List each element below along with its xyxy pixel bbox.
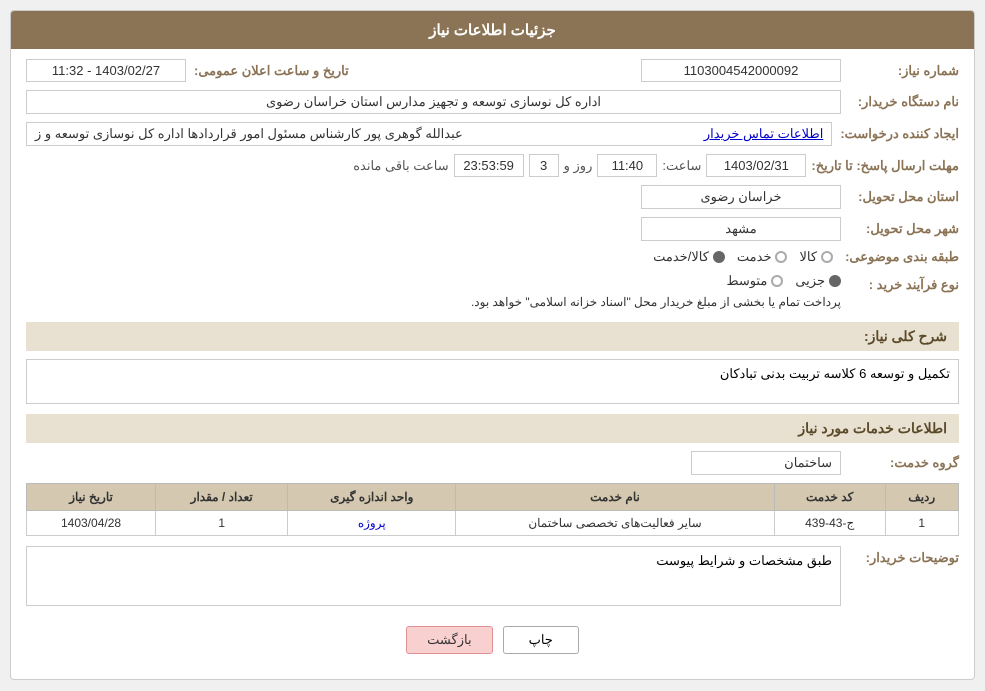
page-wrapper: جزئیات اطلاعات نیاز شماره نیاز: 11030045…	[0, 0, 985, 691]
need-summary-title: شرح کلی نیاز:	[26, 322, 959, 351]
announce-label: تاریخ و ساعت اعلان عمومی:	[194, 63, 349, 79]
cell-unit: پروژه	[288, 511, 456, 536]
province-value: خراسان رضوی	[641, 185, 841, 209]
cell-date: 1403/04/28	[27, 511, 156, 536]
buyer-org-label: نام دستگاه خریدار:	[849, 94, 959, 110]
buyer-org-row: نام دستگاه خریدار: اداره کل نوسازی توسعه…	[26, 90, 959, 114]
radio-khedmat	[775, 251, 787, 263]
announce-value: 1403/02/27 - 11:32	[26, 59, 186, 82]
radio-jozi	[829, 275, 841, 287]
category-label-kala-khedmat: کالا/خدمت	[653, 249, 709, 265]
process-desc: پرداخت تمام یا بخشی از مبلغ خریدار محل "…	[26, 293, 841, 312]
buyer-desc-row: توضیحات خریدار:	[26, 546, 959, 606]
service-info-title: اطلاعات خدمات مورد نیاز	[26, 414, 959, 443]
radio-kala-khedmat	[713, 251, 725, 263]
buyer-org-value: اداره کل نوسازی توسعه و تجهیز مدارس استا…	[26, 90, 841, 114]
table-row: 1 ج-43-439 سایر فعالیت‌های تخصصی ساختمان…	[27, 511, 959, 536]
category-option-3[interactable]: کالا/خدمت	[653, 249, 725, 265]
col-count: تعداد / مقدار	[156, 484, 288, 511]
process-label-motevaset: متوسط	[726, 273, 767, 289]
deadline-day-label: روز و	[564, 158, 593, 174]
col-code: کد خدمت	[774, 484, 885, 511]
col-date: تاریخ نیاز	[27, 484, 156, 511]
col-name: نام خدمت	[456, 484, 775, 511]
buttons-row: چاپ بازگشت	[26, 616, 959, 669]
page-title: جزئیات اطلاعات نیاز	[429, 22, 556, 39]
category-option-1[interactable]: کالا	[799, 249, 833, 265]
card-body: شماره نیاز: 1103004542000092 تاریخ و ساع…	[11, 49, 974, 679]
deadline-date: 1403/02/31	[706, 154, 806, 177]
cell-row: 1	[885, 511, 958, 536]
process-option-jozi[interactable]: جزیی	[795, 273, 841, 289]
category-label-kala: کالا	[799, 249, 817, 265]
category-row: طبقه بندی موضوعی: کالا خدمت کالا/خدمت	[26, 249, 959, 265]
print-button[interactable]: چاپ	[503, 626, 579, 654]
cell-name: سایر فعالیت‌های تخصصی ساختمان	[456, 511, 775, 536]
need-summary-textarea[interactable]	[26, 359, 959, 404]
deadline-time-label: ساعت:	[662, 158, 701, 174]
province-row: استان محل تحویل: خراسان رضوی	[26, 185, 959, 209]
category-option-2[interactable]: خدمت	[737, 249, 788, 265]
deadline-time: 11:40	[597, 154, 657, 177]
radio-kala	[821, 251, 833, 263]
province-label: استان محل تحویل:	[849, 189, 959, 205]
deadline-remain-label: ساعت باقی مانده	[353, 158, 448, 174]
category-label-khedmat: خدمت	[737, 249, 772, 265]
creator-value: اطلاعات تماس خریدار عبدالله گوهری پور کا…	[26, 122, 832, 146]
city-row: شهر محل تحویل: مشهد	[26, 217, 959, 241]
creator-link[interactable]: اطلاعات تماس خریدار	[704, 126, 823, 142]
creator-label: ایجاد کننده درخواست:	[840, 126, 959, 142]
process-label: نوع فرآیند خرید :	[849, 273, 959, 293]
col-row: ردیف	[885, 484, 958, 511]
cell-code: ج-43-439	[774, 511, 885, 536]
city-label: شهر محل تحویل:	[849, 221, 959, 237]
table-area: ردیف کد خدمت نام خدمت واحد اندازه گیری ت…	[26, 483, 959, 536]
needs-table: ردیف کد خدمت نام خدمت واحد اندازه گیری ت…	[26, 483, 959, 536]
card-header: جزئیات اطلاعات نیاز	[11, 11, 974, 49]
need-number-value: 1103004542000092	[641, 59, 841, 82]
creator-row: ایجاد کننده درخواست: اطلاعات تماس خریدار…	[26, 122, 959, 146]
category-label: طبقه بندی موضوعی:	[845, 249, 959, 265]
col-unit: واحد اندازه گیری	[288, 484, 456, 511]
process-label-jozi: جزیی	[795, 273, 825, 289]
deadline-row: مهلت ارسال پاسخ: تا تاریخ: 1403/02/31 سا…	[26, 154, 959, 177]
need-summary-box	[26, 359, 959, 404]
service-group-row: گروه خدمت: ساختمان	[26, 451, 959, 475]
back-button[interactable]: بازگشت	[406, 626, 492, 654]
deadline-day: 3	[529, 154, 559, 177]
buyer-desc-label: توضیحات خریدار:	[849, 546, 959, 566]
cell-count: 1	[156, 511, 288, 536]
deadline-label: مهلت ارسال پاسخ: تا تاریخ:	[811, 158, 959, 174]
main-card: جزئیات اطلاعات نیاز شماره نیاز: 11030045…	[10, 10, 975, 680]
process-row: نوع فرآیند خرید : جزیی متوسط پرداخت تمام…	[26, 273, 959, 312]
service-group-label: گروه خدمت:	[849, 455, 959, 471]
need-number-row: شماره نیاز: 1103004542000092 تاریخ و ساع…	[26, 59, 959, 82]
process-option-motevaset[interactable]: متوسط	[726, 273, 783, 289]
city-value: مشهد	[641, 217, 841, 241]
buyer-desc-textarea[interactable]	[26, 546, 841, 606]
deadline-remain: 23:53:59	[454, 154, 524, 177]
need-number-label: شماره نیاز:	[849, 63, 959, 79]
service-group-value: ساختمان	[691, 451, 841, 475]
radio-motevaset	[771, 275, 783, 287]
